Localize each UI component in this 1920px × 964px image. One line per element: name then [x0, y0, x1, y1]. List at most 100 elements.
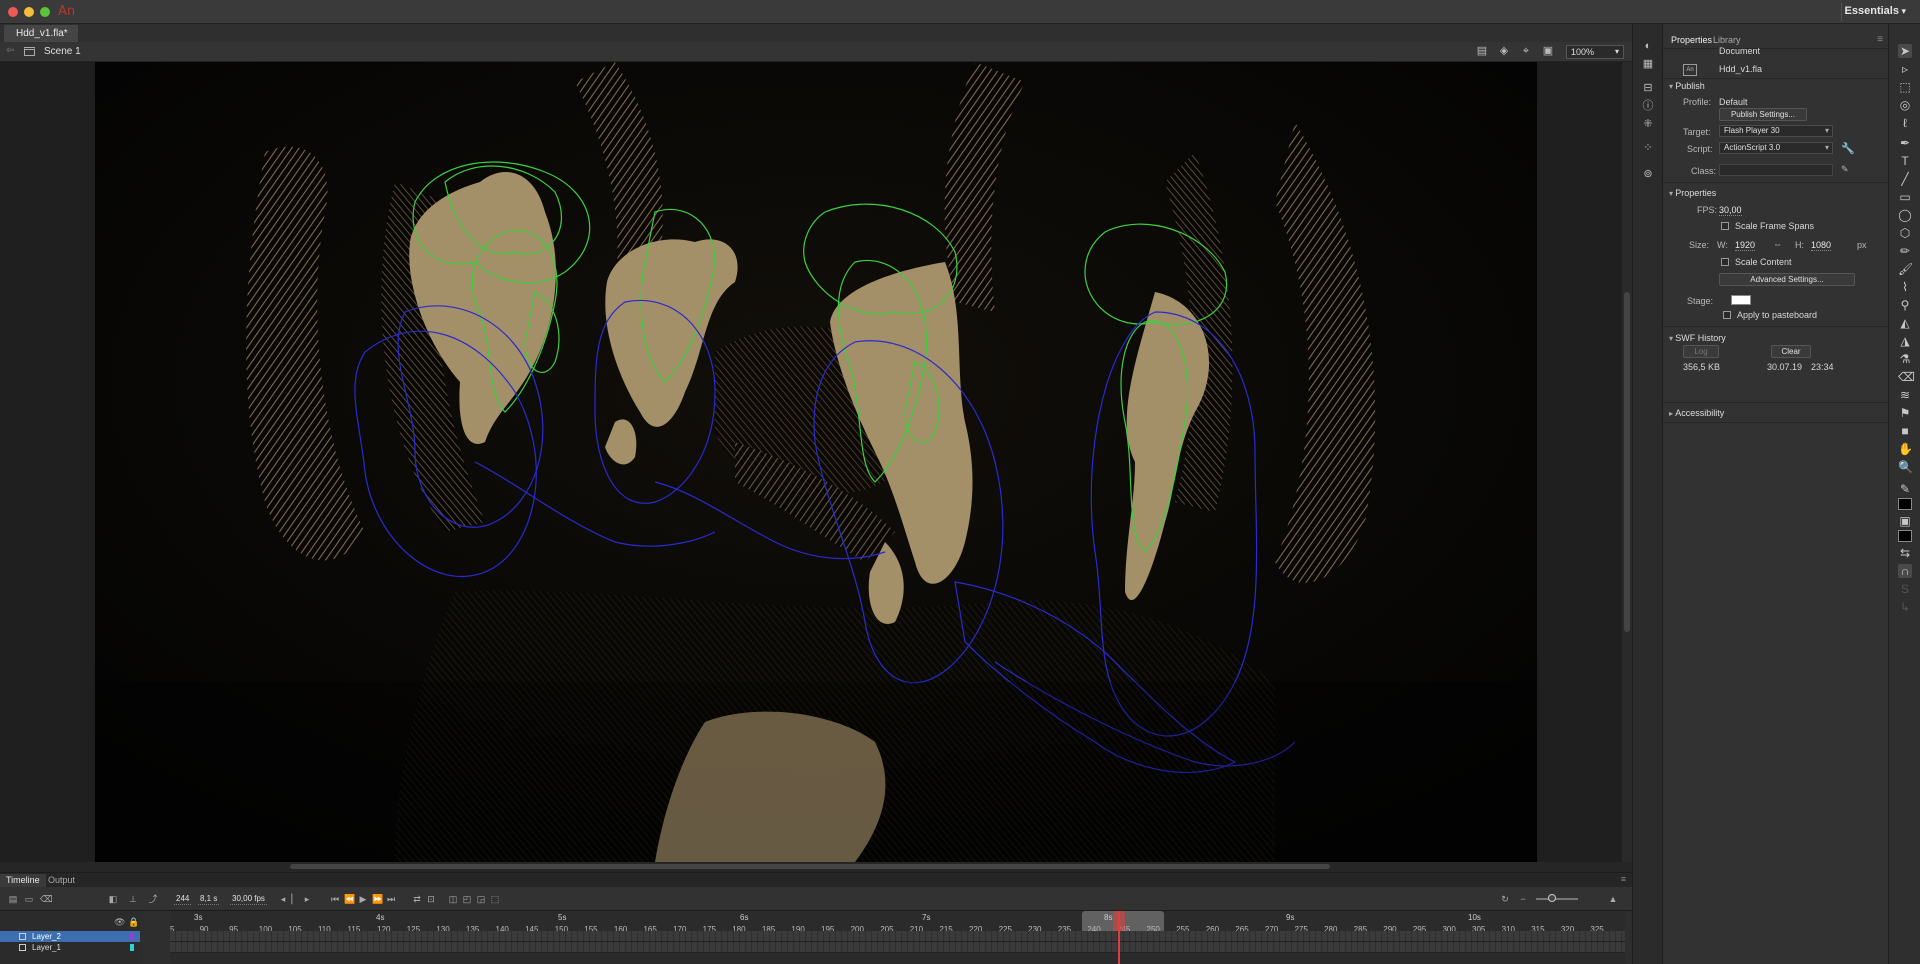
minimize-window-button[interactable] — [24, 7, 34, 17]
zoom-out-icon[interactable]: − — [1518, 894, 1528, 904]
publish-section-header[interactable]: Publish — [1669, 81, 1705, 91]
stage-vertical-scrollbar[interactable] — [1622, 62, 1632, 862]
layer-color-swatch[interactable] — [130, 933, 134, 940]
scroll-thumb[interactable] — [290, 864, 1330, 869]
asset-warp-tool-icon[interactable]: ⚑ — [1898, 406, 1912, 420]
swf-history-section-header[interactable]: SWF History — [1669, 333, 1726, 343]
new-folder-icon[interactable]: ▭ — [24, 894, 34, 904]
cc-libraries-icon[interactable]: ⊚ — [1642, 168, 1654, 180]
stage-color-swatch[interactable] — [1731, 295, 1751, 305]
playhead[interactable] — [1118, 911, 1120, 964]
align-panel-icon[interactable]: ⊟ — [1642, 82, 1654, 94]
link-dimensions-icon[interactable]: ⇔ — [1773, 239, 1782, 249]
timeline-zoom-knob[interactable] — [1548, 894, 1556, 902]
play-icon[interactable]: ▶ — [358, 894, 368, 904]
layer-parenting-icon[interactable]: ⊥ — [128, 894, 138, 904]
eyedropper-tool-icon[interactable]: ⚗ — [1898, 352, 1912, 366]
transform-panel-icon[interactable]: ⁜ — [1642, 118, 1654, 130]
components-panel-icon[interactable]: ⁘ — [1642, 142, 1654, 154]
text-tool-icon[interactable]: T — [1898, 154, 1912, 168]
panel-menu-icon[interactable]: ≡ — [1621, 874, 1626, 884]
wrench-icon[interactable]: 🔧 — [1841, 142, 1855, 155]
workspace-switcher[interactable]: Essentials — [1845, 5, 1906, 17]
onion-skin-icon[interactable]: ◫ — [448, 894, 458, 904]
swatches-panel-icon[interactable]: ▦ — [1642, 58, 1654, 70]
scroll-thumb[interactable] — [1624, 292, 1630, 632]
frame-row[interactable] — [170, 942, 1625, 953]
reset-zoom-icon[interactable]: ↻ — [1500, 894, 1510, 904]
zoom-dropdown[interactable]: 100% — [1566, 45, 1624, 59]
stroke-color-swatch[interactable] — [1898, 498, 1912, 510]
frame-row[interactable] — [170, 931, 1625, 942]
class-input[interactable] — [1719, 164, 1833, 176]
stage-horizontal-scrollbar[interactable] — [0, 862, 1632, 872]
selection-tool-icon[interactable]: ➤ — [1898, 44, 1912, 58]
zoom-window-button[interactable] — [40, 7, 50, 17]
log-button[interactable]: Log — [1683, 345, 1719, 358]
polystar-tool-icon[interactable]: ⬡ — [1898, 226, 1912, 240]
document-tab[interactable]: Hdd_v1.fla* — [4, 25, 78, 42]
edit-class-icon[interactable]: ✎ — [1841, 164, 1849, 175]
snap-to-objects-icon[interactable]: ∩ — [1898, 564, 1912, 578]
panel-menu-icon[interactable]: ≡ — [1877, 34, 1883, 45]
lock-all-icon[interactable]: 🔒 — [128, 917, 139, 927]
apply-to-pasteboard-checkbox[interactable] — [1723, 311, 1731, 319]
edit-symbol-icon[interactable]: ◈ — [1498, 46, 1510, 57]
target-select[interactable]: Flash Player 30 — [1719, 125, 1833, 137]
step-forward-icon[interactable]: ▸ — [302, 894, 312, 904]
advanced-settings-button[interactable]: Advanced Settings... — [1719, 273, 1855, 286]
zoom-in-icon[interactable]: ▲ — [1608, 894, 1618, 904]
scale-frame-spans-checkbox[interactable] — [1721, 222, 1729, 230]
layer-name[interactable]: Layer_2 — [32, 932, 61, 941]
height-value[interactable]: 1080 — [1811, 240, 1832, 251]
lasso-tool-icon[interactable]: ℓ — [1898, 116, 1912, 130]
brush-tool-icon[interactable]: ⌇ — [1898, 280, 1912, 294]
edit-scene-icon[interactable]: ▤ — [1476, 46, 1488, 57]
accessibility-section-header[interactable]: Accessibility — [1669, 408, 1724, 418]
modify-markers-icon[interactable]: ⬚ — [490, 894, 500, 904]
scene-breadcrumb[interactable]: Scene 1 — [44, 46, 81, 57]
ink-bottle-tool-icon[interactable]: ◮ — [1898, 334, 1912, 348]
subselection-tool-icon[interactable]: ▹ — [1898, 62, 1912, 76]
new-layer-icon[interactable]: ▤ — [8, 894, 18, 904]
stage-canvas[interactable] — [95, 62, 1537, 862]
fps-field[interactable]: 30,00 fps — [230, 893, 267, 905]
current-frame-field[interactable]: 244 — [174, 893, 192, 905]
fill-color-icon[interactable]: ▣ — [1898, 514, 1912, 528]
tab-timeline[interactable]: Timeline — [0, 874, 46, 887]
go-first-frame-icon[interactable]: ⏮ — [330, 894, 340, 904]
camera-tool-icon[interactable]: ■ — [1898, 424, 1912, 438]
oval-tool-icon[interactable]: ◯ — [1898, 208, 1912, 222]
delete-layer-icon[interactable]: ⌫ — [40, 894, 53, 904]
go-last-frame-icon[interactable]: ⏭ — [386, 894, 396, 904]
timeline-zoom-slider[interactable] — [1536, 898, 1578, 900]
paint-bucket-tool-icon[interactable]: ◭ — [1898, 316, 1912, 330]
prev-frame-icon[interactable]: ⏪ — [344, 894, 355, 904]
properties-section-header[interactable]: Properties — [1669, 188, 1716, 198]
layer-row[interactable]: Layer_1 — [0, 942, 140, 953]
show-all-icon[interactable]: 👁 — [114, 917, 125, 927]
next-frame-icon[interactable]: ⏩ — [372, 894, 383, 904]
pencil-tool-icon[interactable]: ✏ — [1898, 244, 1912, 258]
fill-color-swatch[interactable] — [1898, 530, 1912, 542]
center-stage-icon[interactable]: ⌖ — [1520, 46, 1532, 57]
zoom-tool-icon[interactable]: 🔍 — [1898, 460, 1913, 474]
publish-settings-button[interactable]: Publish Settings... — [1719, 108, 1807, 121]
swap-colors-icon[interactable]: ⇆ — [1898, 546, 1912, 560]
edit-multiple-frames-icon[interactable]: ◲ — [476, 894, 486, 904]
info-panel-icon[interactable]: ⓘ — [1642, 100, 1654, 112]
tab-library[interactable]: Library — [1709, 34, 1745, 46]
3d-rotation-tool-icon[interactable]: ◎ — [1898, 98, 1912, 112]
bone-tool-icon[interactable]: ⚲ — [1898, 298, 1912, 312]
hand-tool-icon[interactable]: ✋ — [1898, 442, 1913, 456]
clip-content-icon[interactable]: ▣ — [1542, 46, 1554, 57]
eraser-tool-icon[interactable]: ⌫ — [1898, 370, 1915, 384]
current-time-field[interactable]: 8,1 s — [198, 893, 220, 905]
frames-grid[interactable]: 5 90 95 100 105 110 115 120 125 130 135 140 145 150 15… — [170, 911, 1625, 964]
paint-brush-tool-icon[interactable]: 🖌 — [1898, 262, 1913, 276]
line-tool-icon[interactable]: ╱ — [1898, 172, 1912, 186]
loop-marker-icon[interactable]: ▏ — [290, 894, 300, 904]
onion-outline-icon[interactable]: ◰ — [462, 894, 472, 904]
color-panel-icon[interactable]: ◐ — [1642, 40, 1654, 52]
tab-output[interactable]: Output — [42, 874, 81, 887]
